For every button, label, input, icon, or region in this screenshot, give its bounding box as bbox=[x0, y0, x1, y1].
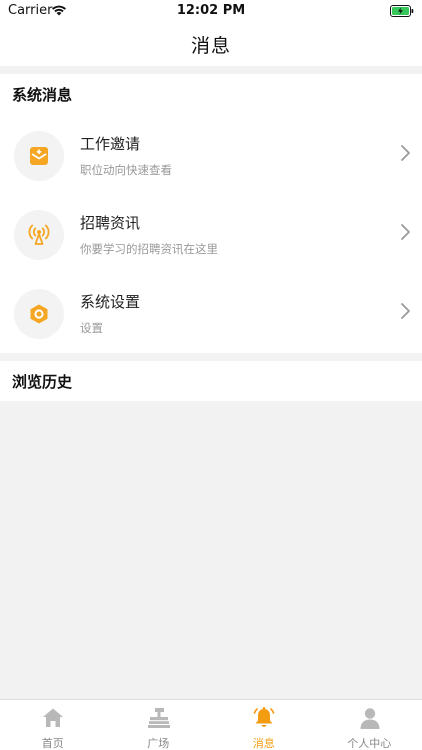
list-item-recruitment-news[interactable]: 招聘资讯 你要学习的招聘资讯在这里 bbox=[0, 195, 422, 274]
chevron-right-icon bbox=[401, 224, 410, 240]
tab-label: 广场 bbox=[147, 737, 170, 750]
status-time: 12:02 PM bbox=[176, 3, 246, 18]
chevron-right-icon bbox=[401, 145, 410, 161]
tab-label: 消息 bbox=[252, 737, 275, 750]
chevron-right-icon bbox=[401, 303, 410, 319]
item-subtitle: 设置 bbox=[80, 321, 103, 335]
tab-label: 个人中心 bbox=[347, 737, 392, 750]
icon-circle bbox=[14, 131, 64, 181]
browsing-history-header: 浏览历史 bbox=[12, 373, 73, 391]
bell-icon bbox=[253, 707, 275, 727]
envelope-icon bbox=[30, 147, 48, 165]
item-subtitle: 职位动向快速查看 bbox=[80, 163, 172, 177]
item-title: 系统设置 bbox=[80, 293, 141, 311]
browsing-history-section: 浏览历史 bbox=[0, 361, 422, 401]
list-item-work-invitation[interactable]: 工作邀请 职位动向快速查看 bbox=[0, 116, 422, 195]
icon-circle bbox=[14, 210, 64, 260]
system-messages-section: 系统消息 工作邀请 职位动向快速查看 招聘资讯 你要学习的招聘资讯在这里 系统设… bbox=[0, 74, 422, 353]
person-icon bbox=[360, 708, 379, 729]
navigation-bar: 消息 bbox=[0, 22, 422, 66]
item-subtitle: 你要学习的招聘资讯在这里 bbox=[80, 242, 218, 256]
tab-label: 首页 bbox=[41, 737, 64, 750]
item-title: 招聘资讯 bbox=[80, 214, 141, 232]
tab-square[interactable]: 广场 bbox=[106, 700, 212, 750]
tab-profile[interactable]: 个人中心 bbox=[317, 700, 422, 750]
list-item-system-settings[interactable]: 系统设置 设置 bbox=[0, 274, 422, 353]
page-title: 消息 bbox=[190, 35, 231, 57]
item-title: 工作邀请 bbox=[80, 135, 141, 153]
tab-home[interactable]: 首页 bbox=[0, 700, 106, 750]
hexagon-settings-icon bbox=[30, 304, 48, 324]
tab-bar: 首页 广场 消息 个人中心 bbox=[0, 699, 422, 750]
home-icon bbox=[43, 708, 63, 727]
tab-messages[interactable]: 消息 bbox=[211, 700, 317, 750]
system-messages-header: 系统消息 bbox=[12, 86, 73, 104]
battery-charging-icon bbox=[390, 5, 414, 17]
square-icon bbox=[147, 708, 170, 728]
broadcast-antenna-icon bbox=[28, 224, 50, 245]
icon-circle bbox=[14, 289, 64, 339]
status-bar: Carrier 12:02 PM bbox=[0, 0, 422, 22]
